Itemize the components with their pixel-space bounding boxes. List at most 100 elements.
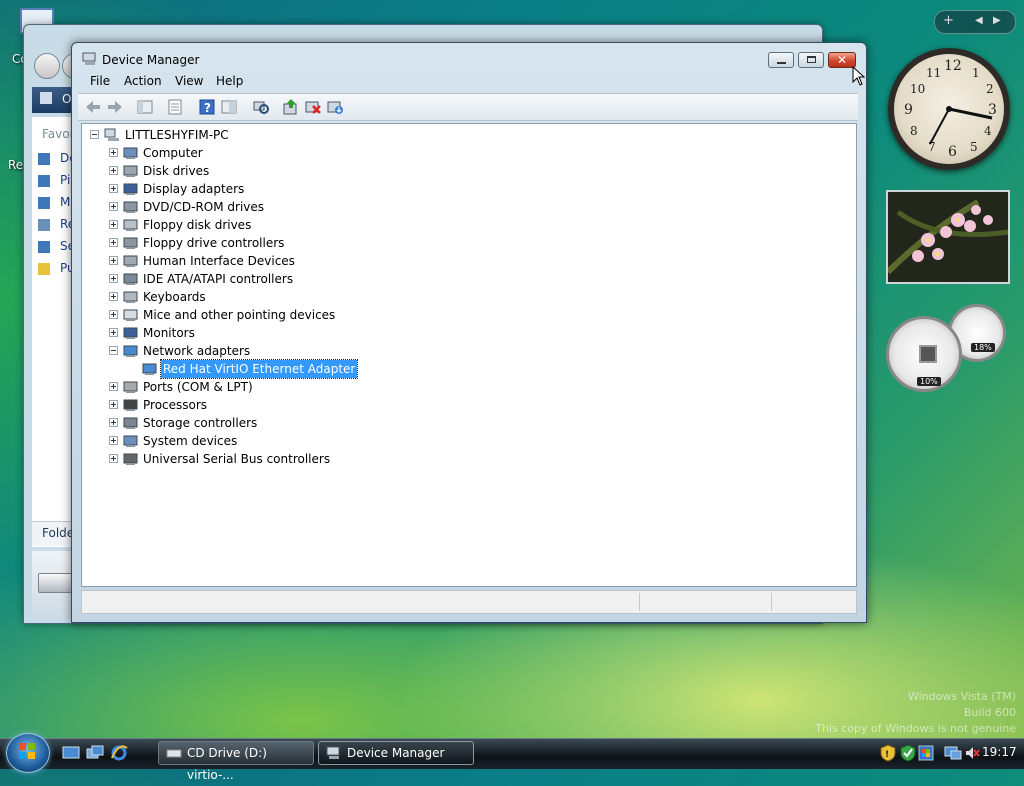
tree-item-label: Keyboards — [143, 290, 206, 304]
taskbar-item-device-manager[interactable]: Device Manager — [318, 741, 474, 765]
switch-windows-icon[interactable] — [86, 745, 104, 761]
scan-hardware-icon[interactable] — [252, 98, 270, 116]
device-manager-icon — [82, 52, 96, 65]
expand-icon[interactable] — [109, 184, 118, 193]
expand-icon[interactable] — [109, 220, 118, 229]
security-shield-icon[interactable]: ! — [880, 744, 896, 762]
cpu-gauge[interactable]: 10% — [886, 316, 962, 392]
uninstall-icon[interactable] — [304, 98, 322, 116]
expand-icon[interactable] — [109, 382, 118, 391]
link-music[interactable]: M — [60, 195, 70, 209]
storage-controllers-icon — [123, 417, 138, 429]
previous-icon[interactable]: ◀ — [975, 15, 983, 26]
add-gadget-icon[interactable]: + — [943, 13, 954, 28]
sidebar-controls[interactable]: + ◀ ▶ — [934, 10, 1016, 34]
documents-icon — [38, 153, 50, 165]
pictures-icon — [38, 175, 50, 187]
floppy-drive-controllers-icon — [123, 237, 138, 249]
clock-time[interactable]: 19:17 — [982, 745, 1017, 759]
network-icon[interactable] — [944, 745, 962, 761]
monitors-icon — [123, 327, 138, 339]
device-manager-window[interactable]: Device Manager ✕ File Action View Help ?… — [71, 42, 867, 623]
menu-bar: File Action View Help — [78, 71, 858, 91]
expand-icon[interactable] — [109, 238, 118, 247]
organize-icon — [40, 92, 52, 104]
minimize-button[interactable] — [768, 52, 794, 68]
mice-and-other-pointing-devices-icon — [123, 309, 138, 321]
tree-item-label: Red Hat VirtIO Ethernet Adapter — [159, 359, 359, 379]
recent-icon — [38, 219, 50, 231]
favorites-header: Favor — [42, 127, 75, 141]
tree-item-label: Ports (COM & LPT) — [143, 380, 253, 394]
status-bar — [81, 590, 857, 614]
toolbar: ? — [78, 93, 858, 121]
tree-item-label: Human Interface Devices — [143, 254, 295, 268]
menu-action[interactable]: Action — [124, 74, 162, 88]
system-devices-icon — [123, 435, 138, 447]
status-divider — [771, 593, 772, 611]
disable-icon[interactable] — [326, 98, 344, 116]
watermark-line-1: Windows Vista (TM) — [907, 690, 1016, 703]
link-pictures[interactable]: Pi — [60, 173, 70, 187]
device-tree[interactable]: LITTLESHYFIM-PC Computer Disk drives Displ… — [81, 123, 857, 587]
tree-item-label: Universal Serial Bus controllers — [143, 452, 331, 466]
floppy-disk-drives-icon — [123, 219, 138, 231]
cd-drive-task-icon — [166, 749, 182, 758]
expand-icon[interactable] — [109, 436, 118, 445]
expand-icon[interactable] — [109, 256, 118, 265]
collapse-icon[interactable] — [109, 346, 118, 355]
next-icon[interactable]: ▶ — [993, 15, 1001, 26]
start-button[interactable] — [6, 733, 50, 773]
update-driver-icon[interactable] — [282, 98, 300, 116]
update-icon[interactable] — [918, 745, 934, 761]
tree-item-label: Mice and other pointing devices — [143, 308, 336, 322]
defender-icon[interactable] — [900, 744, 916, 762]
maximize-button[interactable] — [798, 52, 824, 68]
keyboards-icon — [123, 291, 138, 303]
svg-text:?: ? — [204, 101, 211, 115]
expand-icon[interactable] — [109, 274, 118, 283]
menu-file[interactable]: File — [90, 74, 110, 88]
menu-view[interactable]: View — [175, 74, 203, 88]
expand-icon[interactable] — [109, 292, 118, 301]
slideshow-gadget[interactable] — [886, 190, 1010, 284]
properties-icon[interactable] — [166, 98, 184, 116]
collapse-root-icon[interactable] — [90, 130, 99, 139]
back-button[interactable] — [34, 53, 60, 79]
taskbar-item-cd-drive[interactable]: CD Drive (D:) virtio-... — [158, 741, 314, 782]
internet-explorer-icon[interactable] — [110, 744, 128, 762]
expand-icon[interactable] — [109, 328, 118, 337]
watermark-line-2: Build 600 — [963, 706, 1016, 719]
computer-icon — [123, 147, 138, 159]
expand-icon[interactable] — [109, 310, 118, 319]
menu-help[interactable]: Help — [216, 74, 243, 88]
help-icon[interactable]: ? — [198, 98, 216, 116]
window-title: Device Manager — [102, 53, 200, 67]
tree-item-label: Processors — [143, 398, 208, 412]
ports-com-lpt-icon — [123, 381, 138, 393]
expand-icon[interactable] — [109, 148, 118, 157]
dvd-cd-rom-drives-icon — [123, 201, 138, 213]
volume-muted-icon[interactable] — [964, 745, 980, 761]
expand-icon[interactable] — [109, 166, 118, 175]
expand-icon[interactable] — [109, 418, 118, 427]
network-adapters-icon — [123, 345, 138, 357]
cpu-chip-icon — [919, 345, 937, 363]
expand-icon[interactable] — [109, 400, 118, 409]
forward-icon[interactable] — [106, 98, 124, 116]
tree-item-label: IDE ATA/ATAPI controllers — [143, 272, 294, 286]
expand-icon[interactable] — [109, 454, 118, 463]
expand-icon[interactable] — [109, 202, 118, 211]
taskbar-item-label: Device Manager — [347, 746, 445, 760]
taskbar-item-label: CD Drive (D:) virtio-... — [187, 746, 267, 782]
back-icon[interactable] — [84, 98, 102, 116]
folders-label: Folde — [42, 526, 75, 540]
clock-gadget[interactable]: 12 3 6 9 1 2 4 5 7 8 10 11 — [888, 48, 1010, 170]
flower-photo-icon — [888, 192, 1008, 282]
tree-item-label: Floppy drive controllers — [143, 236, 285, 250]
windows-logo-icon — [19, 743, 35, 759]
computer-root-icon — [104, 128, 119, 141]
view-icon[interactable] — [220, 98, 238, 116]
up-view-icon[interactable] — [136, 98, 154, 116]
show-desktop-icon[interactable] — [62, 745, 80, 761]
